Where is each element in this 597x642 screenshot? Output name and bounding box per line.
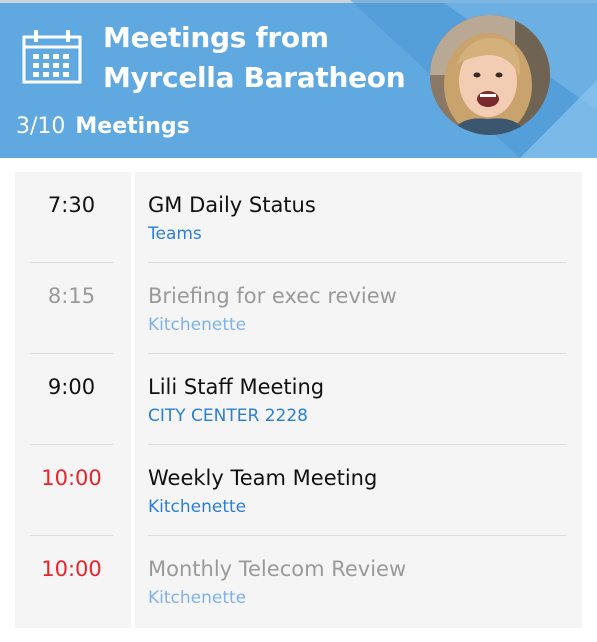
meeting-location: Kitchenette: [148, 315, 247, 335]
calendar-icon: [22, 30, 82, 84]
list-item[interactable]: 10:00 Monthly Telecom Review Kitchenette: [15, 536, 582, 627]
meeting-title: Monthly Telecom Review: [148, 557, 407, 581]
list-item[interactable]: 10:00 Weekly Team Meeting Kitchenette: [15, 445, 582, 536]
meeting-location: Teams: [148, 224, 202, 244]
meeting-location: CITY CENTER 2228: [148, 406, 308, 426]
title-line-1: Meetings from: [103, 21, 329, 54]
avatar-photo: [430, 15, 550, 135]
meeting-title: GM Daily Status: [148, 193, 316, 217]
meeting-location: Kitchenette: [148, 497, 247, 517]
meeting-time: 9:00: [47, 375, 96, 399]
meeting-title: Weekly Team Meeting: [148, 466, 378, 490]
title-line-2: Myrcella Baratheon: [103, 61, 406, 94]
list-item[interactable]: 8:15 Briefing for exec review Kitchenett…: [15, 263, 582, 354]
list-item[interactable]: 7:30 GM Daily Status Teams: [15, 172, 582, 263]
meeting-time: 10:00: [41, 466, 102, 490]
meeting-time: 10:00: [41, 557, 102, 581]
meeting-title: Briefing for exec review: [148, 284, 397, 308]
meeting-title: Lili Staff Meeting: [148, 375, 325, 399]
meeting-count-label: Meetings: [75, 114, 190, 139]
list-item[interactable]: 9:00 Lili Staff Meeting CITY CENTER 2228: [15, 354, 582, 445]
page-title: Meetings from Myrcella Baratheon: [103, 18, 423, 98]
meeting-count: 3/10 Meetings: [16, 112, 190, 142]
meeting-time: 7:30: [47, 193, 96, 217]
meeting-count-value: 3/10: [16, 114, 66, 139]
meeting-time: 8:15: [47, 284, 96, 308]
meeting-location: Kitchenette: [148, 588, 247, 608]
header: Meetings from Myrcella Baratheon 3/10 Mee…: [0, 0, 597, 158]
meeting-list: 7:30 GM Daily Status Teams 8:15 Briefing…: [15, 172, 582, 628]
avatar[interactable]: [430, 15, 550, 135]
